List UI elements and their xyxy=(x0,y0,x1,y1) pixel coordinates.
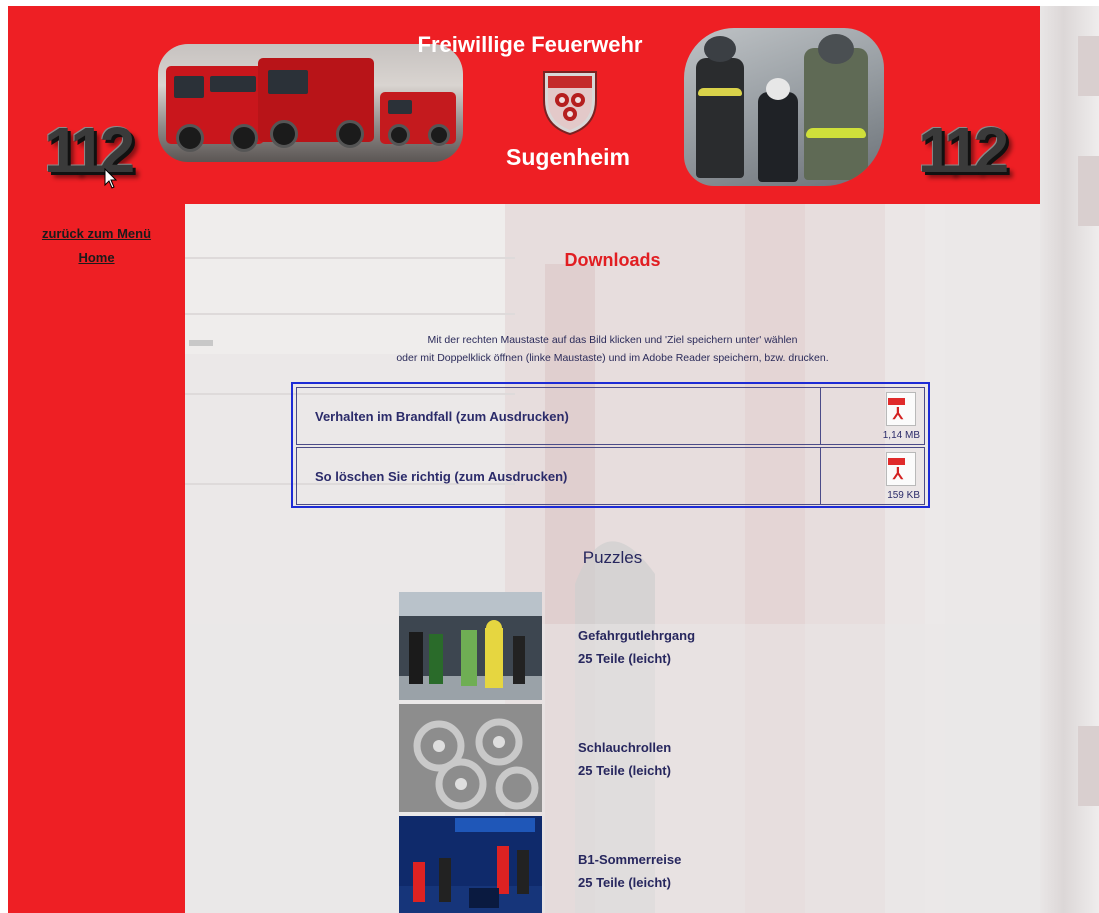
fire-trucks-photo xyxy=(158,44,463,162)
download-title: Verhalten im Brandfall (zum Ausdrucken) xyxy=(297,388,821,444)
downloads-table: Verhalten im Brandfall (zum Ausdrucken) … xyxy=(291,382,930,508)
site-frame: 112 Freiwillige Feuerwehr Sugenheim 112 … xyxy=(8,6,1040,913)
download-row: Verhalten im Brandfall (zum Ausdrucken) … xyxy=(296,387,925,445)
download-file-cell: ⅄ 1,14 MB xyxy=(821,388,924,444)
file-size: 159 KB xyxy=(887,490,920,501)
puzzle-item: Schlauchrollen 25 Teile (leicht) xyxy=(399,704,859,812)
home-link[interactable]: Home xyxy=(8,246,185,270)
site-title: Freiwillige Feuerwehr xyxy=(417,32,643,57)
content-panel: Downloads Mit der rechten Maustaste auf … xyxy=(185,204,1040,913)
download-instructions-line-1: Mit der rechten Maustaste auf das Bild k… xyxy=(427,334,798,346)
pdf-icon[interactable]: ⅄ xyxy=(886,392,916,426)
file-size: 1,14 MB xyxy=(882,430,920,441)
puzzles-heading: Puzzles xyxy=(582,548,643,567)
puzzle-name[interactable]: Gefahrgutlehrgang xyxy=(578,628,695,643)
pdf-icon[interactable]: ⅄ xyxy=(886,452,916,486)
puzzle-thumbnail[interactable] xyxy=(399,592,542,700)
emergency-number-right: 112 xyxy=(918,114,1009,186)
download-file-cell: ⅄ 159 KB xyxy=(821,448,924,504)
firefighters-photo xyxy=(684,28,884,186)
left-navigation: zurück zum Menü Home xyxy=(8,204,185,270)
download-row: So löschen Sie richtig (zum Ausdrucken) … xyxy=(296,447,925,505)
puzzle-pieces: 25 Teile (leicht) xyxy=(578,875,671,890)
coat-of-arms-icon xyxy=(543,71,597,136)
puzzle-name[interactable]: Schlauchrollen xyxy=(578,740,671,755)
downloads-heading: Downloads xyxy=(564,250,661,270)
puzzle-pieces: 25 Teile (leicht) xyxy=(578,651,671,666)
puzzle-item: Gefahrgutlehrgang 25 Teile (leicht) xyxy=(399,592,859,700)
emergency-number-left: 112 xyxy=(44,114,135,186)
page-background xyxy=(1040,6,1099,913)
back-to-menu-link[interactable]: zurück zum Menü xyxy=(8,222,185,246)
puzzle-thumbnail[interactable] xyxy=(399,816,542,913)
puzzle-thumbnail[interactable] xyxy=(399,704,542,812)
site-subtitle: Sugenheim xyxy=(506,144,630,170)
download-title: So löschen Sie richtig (zum Ausdrucken) xyxy=(297,448,821,504)
puzzle-pieces: 25 Teile (leicht) xyxy=(578,763,671,778)
puzzle-item: B1-Sommerreise 25 Teile (leicht) xyxy=(399,816,859,913)
download-instructions-line-2: oder mit Doppelklick öffnen (linke Maust… xyxy=(396,352,829,364)
site-header: 112 Freiwillige Feuerwehr Sugenheim 112 xyxy=(8,6,1040,204)
mouse-cursor-icon xyxy=(104,168,118,189)
puzzle-name[interactable]: B1-Sommerreise xyxy=(578,852,681,867)
